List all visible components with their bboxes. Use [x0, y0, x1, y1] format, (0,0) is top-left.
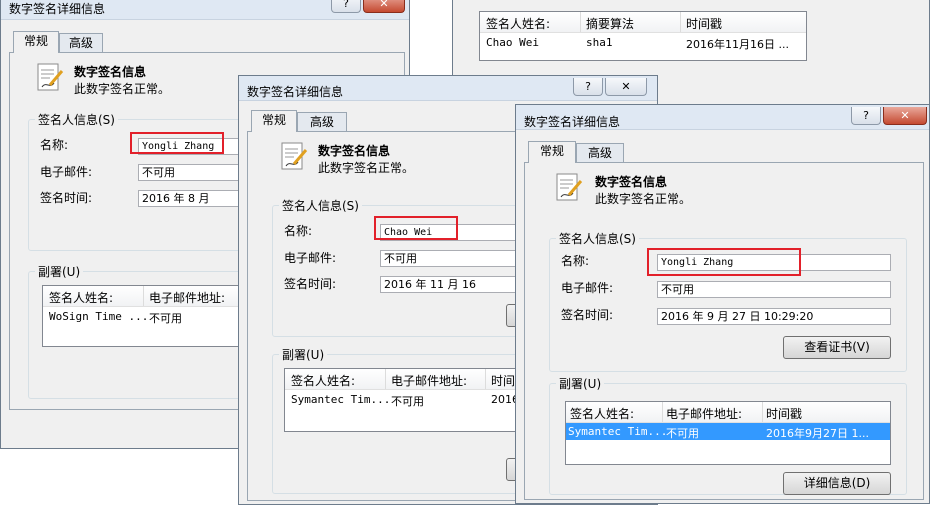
close-button[interactable]: ✕ [363, 0, 405, 13]
certificate-document-icon [556, 173, 583, 201]
col-digest-algo[interactable]: 摘要算法 [586, 15, 634, 32]
list-item[interactable]: Chao Wei sha1 2016年11月16日 ... [480, 34, 806, 51]
col-signer-name[interactable]: 签名人姓名: [570, 405, 634, 422]
col-signer-name[interactable]: 签名人姓名: [486, 15, 550, 32]
list-header: 签名人姓名: 电子邮件地址: 时间戳 [566, 402, 890, 423]
col-timestamp[interactable]: 时间戳 [686, 15, 722, 32]
red-highlight-box [374, 216, 458, 240]
background-signature-list[interactable]: 签名人姓名: 摘要算法 时间戳 Chao Wei sha1 2016年11月16… [479, 11, 807, 61]
details-button[interactable]: 详细信息(D) [783, 472, 891, 495]
email-field[interactable]: 不可用 [657, 281, 891, 298]
name-label: 名称: [284, 224, 313, 238]
col-timestamp[interactable]: 时间戳 [766, 405, 802, 422]
col-signer-name[interactable]: 签名人姓名: [291, 372, 355, 389]
signer-info-label: 签名人信息(S) [556, 230, 639, 247]
tab-general[interactable]: 常规 [251, 110, 297, 132]
close-button[interactable]: ✕ [883, 107, 927, 125]
signature-status: 此数字签名正常。 [595, 192, 692, 206]
signing-time-field[interactable]: 2016 年 9 月 27 日 10:29:20 [657, 308, 891, 325]
signer-info-label: 签名人信息(S) [279, 197, 362, 214]
signature-info-heading: 数字签名信息 [318, 144, 391, 158]
countersignature-label: 副署(U) [35, 263, 84, 280]
signing-time-label: 签名时间: [561, 308, 614, 322]
signing-time-label: 签名时间: [284, 277, 337, 291]
tab-general[interactable]: 常规 [13, 31, 59, 53]
window-title: 数字签名详细信息 [524, 115, 621, 129]
countersignature-label: 副署(U) [279, 346, 328, 363]
signature-status: 此数字签名正常。 [318, 161, 415, 175]
tab-advanced[interactable]: 高级 [297, 112, 347, 132]
email-label: 电子邮件: [40, 165, 93, 179]
name-label: 名称: [40, 138, 69, 152]
help-button[interactable]: ? [331, 0, 361, 13]
tab-general[interactable]: 常规 [528, 141, 576, 163]
list-header: 签名人姓名: 摘要算法 时间戳 [480, 12, 806, 33]
help-button[interactable]: ? [573, 78, 603, 96]
certificate-document-icon [37, 63, 64, 91]
countersignature-list[interactable]: 签名人姓名: 电子邮件地址: 时间戳 Symantec Tim... 不可用 2… [565, 401, 891, 465]
general-panel: 数字签名信息 此数字签名正常。 签名人信息(S) 名称: Yongli Zhan… [524, 162, 924, 500]
signing-time-label: 签名时间: [40, 191, 93, 205]
window-title: 数字签名详细信息 [9, 2, 106, 16]
signer-info-label: 签名人信息(S) [35, 111, 118, 128]
tab-advanced[interactable]: 高级 [59, 33, 103, 53]
help-button[interactable]: ? [851, 107, 881, 125]
certificate-document-icon [281, 142, 308, 170]
col-email-address[interactable]: 电子邮件地址: [391, 372, 467, 389]
countersignature-label: 副署(U) [556, 375, 605, 392]
red-highlight-box [130, 132, 224, 154]
window-title: 数字签名详细信息 [247, 85, 344, 99]
col-timestamp[interactable]: 时间 [491, 372, 515, 389]
col-email-address[interactable]: 电子邮件地址: [149, 289, 225, 306]
tab-advanced[interactable]: 高级 [576, 143, 624, 163]
signature-status: 此数字签名正常。 [74, 82, 171, 96]
close-button[interactable]: ✕ [605, 78, 647, 96]
list-item-selected[interactable]: Symantec Tim... 不可用 2016年9月27日 1... [566, 423, 890, 440]
signature-info-heading: 数字签名信息 [595, 175, 668, 189]
email-label: 电子邮件: [284, 251, 337, 265]
signature-info-heading: 数字签名信息 [74, 65, 147, 79]
col-email-address[interactable]: 电子邮件地址: [666, 405, 742, 422]
dialog-signature-details-3: 数字签名详细信息 ? ✕ 常规 高级 数字签名信息 此数字签名正常。 签名人信息… [515, 104, 930, 504]
col-signer-name[interactable]: 签名人姓名: [49, 289, 113, 306]
email-label: 电子邮件: [561, 281, 614, 295]
name-label: 名称: [561, 254, 590, 268]
red-highlight-box [647, 248, 801, 276]
view-certificate-button[interactable]: 查看证书(V) [783, 336, 891, 359]
